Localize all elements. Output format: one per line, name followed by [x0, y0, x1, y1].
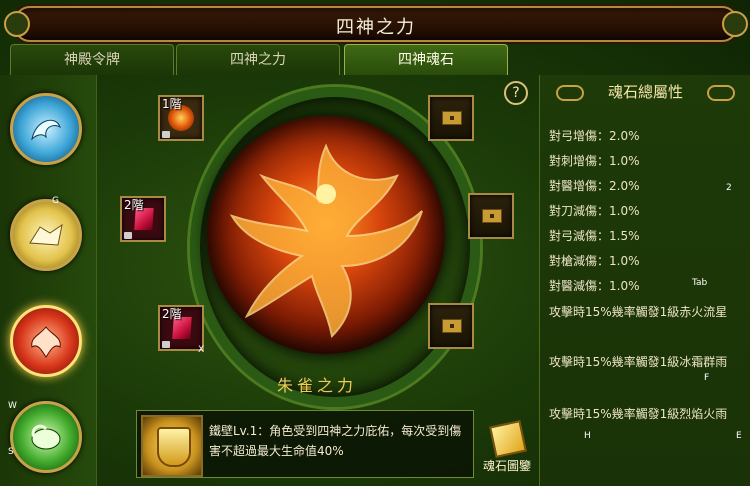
- title-bar: 四神之力: [4, 6, 748, 42]
- stats-title: 魂石總屬性: [607, 83, 683, 101]
- iron-wall-skill-icon[interactable]: [141, 415, 203, 477]
- locked-chest-icon: [442, 319, 462, 333]
- window-title: 四神之力: [336, 17, 416, 38]
- lock-icon: [162, 131, 170, 138]
- skill-panel: 鐵壁Lv.1：角色受到四神之力庇佑，每次受到傷害不超過最大生命值40%: [136, 410, 474, 478]
- slot-level: 2階: [162, 307, 182, 321]
- hotkey-s: S: [8, 447, 14, 457]
- codex-label: 魂石圖鑒: [482, 459, 531, 473]
- black-tortoise-button[interactable]: [10, 401, 82, 473]
- azure-dragon-button[interactable]: [10, 93, 82, 165]
- hotkey-g: G: [52, 196, 59, 206]
- cloud-ornament-icon: [556, 85, 584, 101]
- phoenix-icon: [31, 326, 61, 358]
- help-button[interactable]: ?: [504, 81, 528, 105]
- locked-chest-icon: [482, 209, 502, 223]
- hotkey-f: F: [704, 373, 710, 383]
- white-tiger-button[interactable]: [10, 199, 82, 271]
- stats-header: 魂石總屬性: [540, 75, 750, 109]
- soul-stone-ring: ? 1階 2階 2階 X 朱雀之力 鐵壁Lv.1：角色受到四神之力庇佑，每次受到…: [100, 75, 538, 486]
- tiger-icon: [29, 223, 63, 246]
- attribute-row: 對刀減傷：1.0%: [549, 204, 640, 218]
- close-ornament-button[interactable]: [722, 11, 748, 37]
- vermilion-bird-orb: [207, 116, 445, 354]
- shield-icon: [157, 427, 191, 467]
- locked-chest-icon: [442, 111, 462, 125]
- slot-level: 2階: [124, 198, 144, 212]
- lock-icon: [162, 341, 170, 348]
- tab-temple-token[interactable]: 神殿令牌: [10, 44, 174, 75]
- beast-selector: G W S: [0, 75, 97, 486]
- effect-row: 攻擊時15%幾率觸發1級冰霜群雨: [549, 355, 728, 369]
- locked-slot-5[interactable]: [468, 193, 514, 239]
- hotkey-w: W: [8, 401, 17, 411]
- effect-row: 攻擊時15%幾率觸發1級烈焰火雨: [549, 407, 728, 421]
- hotkey-e: E: [736, 431, 742, 441]
- locked-slot-4[interactable]: [428, 95, 474, 141]
- guardian-name: 朱雀之力: [276, 376, 357, 395]
- book-icon: [489, 420, 527, 458]
- attribute-row: 對醫增傷：2.0%: [549, 179, 640, 193]
- attribute-row: 對槍減傷：1.0%: [549, 254, 640, 268]
- hotkey-x: X: [198, 345, 205, 355]
- effect-row: 攻擊時15%幾率觸發1級赤火流星: [549, 305, 728, 319]
- game-window: 四神之力 神殿令牌 四神之力 四神魂石 G W S ? 1階 2階 2階 X 朱…: [0, 0, 750, 486]
- hotkey-h: H: [584, 431, 591, 441]
- hotkey-2: 2: [726, 183, 732, 193]
- tab-four-gods-power[interactable]: 四神之力: [176, 44, 340, 75]
- soul-stone-slot-1[interactable]: 1階: [158, 95, 204, 141]
- soul-stone-codex-button[interactable]: 魂石圖鑒: [476, 420, 538, 481]
- slot-level: 1階: [162, 97, 182, 111]
- skill-description: 鐵壁Lv.1：角色受到四神之力庇佑，每次受到傷害不超過最大生命值40%: [209, 424, 462, 458]
- cloud-ornament-icon: [707, 85, 735, 101]
- vermilion-bird-button[interactable]: [10, 305, 82, 377]
- attribute-row: 對弓增傷：2.0%: [549, 129, 640, 143]
- soul-stone-stats-panel: 魂石總屬性 對弓增傷：2.0% 對刺增傷：1.0% 對醫增傷：2.0% 對刀減傷…: [539, 75, 750, 486]
- hotkey-tab: Tab: [692, 278, 708, 288]
- tortoise-icon: [31, 424, 61, 450]
- locked-slot-6[interactable]: [428, 303, 474, 349]
- lock-icon: [124, 232, 132, 239]
- attribute-row: 對刺增傷：1.0%: [549, 154, 640, 168]
- phoenix-artwork: [229, 143, 423, 339]
- tab-soul-stones[interactable]: 四神魂石: [344, 44, 508, 75]
- attribute-row: 對醫減傷：1.0%: [549, 279, 640, 293]
- attribute-row: 對弓減傷：1.5%: [549, 229, 640, 243]
- soul-stone-slot-2[interactable]: 2階: [120, 196, 166, 242]
- dragon-icon: [31, 119, 61, 141]
